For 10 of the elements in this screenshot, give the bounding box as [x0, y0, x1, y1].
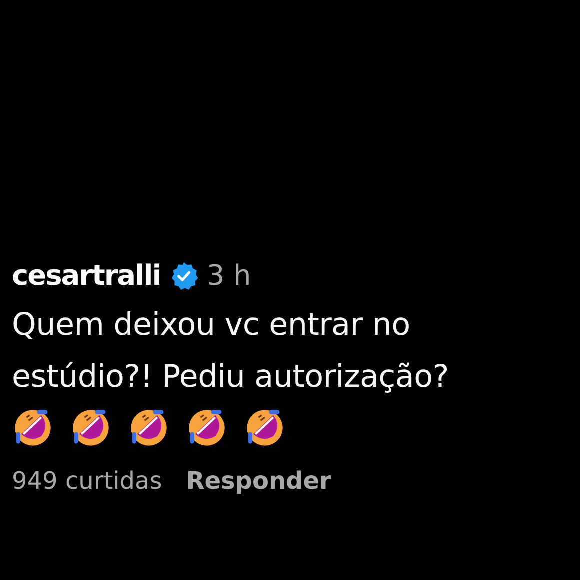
- username-link[interactable]: cesartralli: [12, 255, 161, 297]
- likes-count: 949 curtidas: [12, 466, 162, 497]
- reply-button[interactable]: Responder: [186, 463, 332, 499]
- comment-text: Quem deixou vc entrar no estúdio?! Pediu autorização?: [12, 306, 450, 397]
- laughing-emoji-icon: [244, 407, 286, 449]
- laughing-emoji-icon: [128, 407, 170, 449]
- laughing-emoji-icon: [12, 407, 54, 449]
- timestamp: 3 h: [206, 258, 252, 294]
- laughing-emoji-icon: [70, 407, 112, 449]
- laughing-emoji-icon: [186, 407, 228, 449]
